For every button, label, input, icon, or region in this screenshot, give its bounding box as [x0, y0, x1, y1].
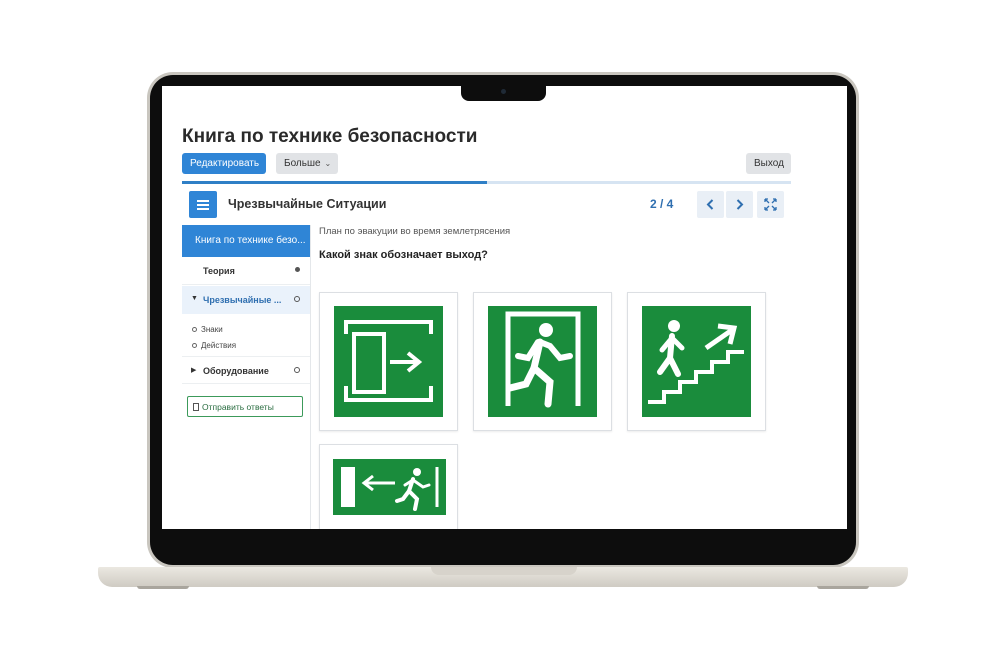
screen: Книга по технике безопасности Редактиров…: [162, 86, 847, 529]
incomplete-status-icon: [294, 296, 300, 302]
answer-option-1[interactable]: [319, 292, 458, 431]
sidebar-item-theory[interactable]: Теория: [182, 257, 310, 285]
content-header: План по эвакуции во время землетрясения: [319, 226, 511, 237]
answer-option-3[interactable]: [627, 292, 766, 431]
answer-option-2[interactable]: [473, 292, 612, 431]
laptop-opening-lip: [431, 567, 577, 575]
sidebar-item-emergencies[interactable]: ▼ Чрезвычайные ...: [182, 286, 310, 314]
edit-button[interactable]: Редактировать: [182, 153, 266, 174]
submit-answers-button[interactable]: Отправить ответы: [187, 396, 303, 417]
document-icon: [193, 403, 199, 411]
sidebar-course-title[interactable]: Книга по технике безо...: [182, 225, 310, 257]
running-man-exit-door-icon: [488, 306, 597, 417]
fullscreen-button[interactable]: [757, 191, 784, 218]
person-up-stairs-icon: [642, 306, 751, 417]
camera-icon: [501, 89, 506, 94]
chevron-left-icon: [706, 199, 714, 210]
section-title: Чрезвычайные Ситуации: [228, 197, 387, 211]
door-arrow-sign-icon: [334, 306, 443, 417]
caret-down-icon: ▼: [191, 295, 198, 302]
question-text: Какой знак обозначает выход?: [319, 249, 488, 261]
laptop-foot-left: [137, 586, 189, 589]
sidebar-subitem-actions[interactable]: Действия: [192, 341, 236, 350]
exit-button[interactable]: Выход: [746, 153, 791, 174]
progress-fill: [182, 181, 487, 184]
more-button-label: Больше: [284, 158, 321, 169]
chevron-right-icon: [736, 199, 744, 210]
course-toolbar: Чрезвычайные Ситуации 2 / 4: [182, 187, 791, 221]
sidebar-subitem-signs[interactable]: Знаки: [192, 325, 223, 334]
progress-bar: [182, 181, 791, 184]
course-sidebar: Книга по технике безо... Теория ▼ Чрезвы…: [182, 225, 311, 529]
submit-answers-label: Отправить ответы: [202, 402, 274, 412]
laptop-foot-right: [817, 586, 869, 589]
exit-arrow-left-running-man-icon: [333, 459, 446, 515]
expand-icon: [764, 198, 777, 211]
next-page-button[interactable]: [726, 191, 753, 218]
question-content: План по эвакуции во время землетрясения …: [311, 225, 791, 529]
sidebar-item-equipment[interactable]: ▶ Оборудование: [182, 356, 310, 384]
more-dropdown-button[interactable]: Больше ⌄: [276, 153, 338, 174]
previous-page-button[interactable]: [697, 191, 724, 218]
sidebar-item-label: Чрезвычайные ...: [203, 295, 282, 305]
page-counter: 2 / 4: [650, 197, 674, 211]
caret-right-icon: ▶: [191, 367, 197, 374]
chevron-down-icon: ⌄: [324, 159, 332, 168]
sidebar-item-label: Теория: [203, 266, 235, 276]
sidebar-item-label: Оборудование: [203, 366, 269, 376]
page-title: Книга по технике безопасности: [182, 126, 478, 147]
incomplete-status-icon: [294, 367, 300, 373]
hamburger-menu-icon[interactable]: [189, 191, 217, 218]
answer-option-4[interactable]: [319, 444, 458, 529]
completed-status-icon: [295, 267, 300, 272]
